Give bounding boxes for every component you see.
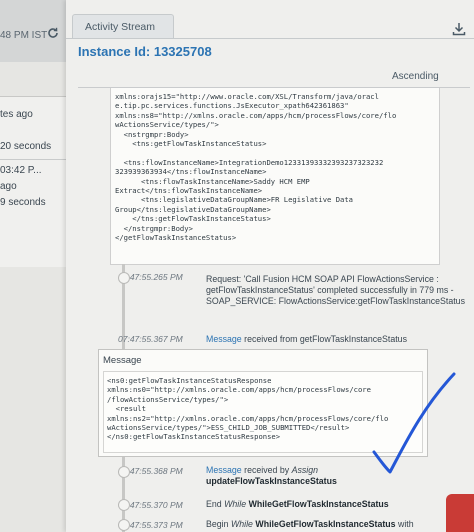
- message-xml-text: <ns0:getFlowTaskInstanceStatusResponse x…: [107, 376, 389, 442]
- timeline-dot: [118, 466, 130, 478]
- list-item[interactable]: ago: [0, 181, 17, 192]
- list-item[interactable]: 9 seconds: [0, 197, 46, 208]
- list-item[interactable]: 03:42 P...: [0, 165, 42, 176]
- page-title: Instance Id: 13325708: [78, 44, 212, 59]
- tab-activity-stream[interactable]: Activity Stream: [72, 14, 174, 39]
- activity-entry: Request: 'Call Fusion HCM SOAP API FlowA…: [206, 274, 466, 307]
- corner-badge: [446, 494, 474, 532]
- tab-divider: [66, 38, 474, 39]
- activity-text: received from getFlowTaskInstanceStatus: [241, 334, 407, 344]
- timeline-dot: [118, 499, 130, 511]
- message-link[interactable]: Message: [206, 465, 242, 475]
- list-item[interactable]: 20 seconds: [0, 141, 51, 152]
- activity-type: While: [230, 519, 253, 529]
- message-link[interactable]: Message: [206, 334, 242, 344]
- activity-entry: Message received from getFlowTaskInstanc…: [206, 334, 466, 345]
- activity-prefix: Begin: [206, 519, 231, 529]
- activity-entry: End While WhileGetFlowTaskInstanceStatus: [206, 499, 466, 510]
- timestamp: 07:47:55.367 PM: [118, 334, 183, 344]
- message-title: Message: [103, 355, 142, 366]
- handwritten-checkmark-icon: [372, 372, 456, 474]
- refresh-icon[interactable]: [47, 27, 59, 39]
- timeline-dot: [118, 519, 130, 531]
- activity-text: received by: [241, 465, 292, 475]
- request-payload: xmlns:orajs15="http://www.oracle.com/XSL…: [110, 88, 440, 265]
- activity-text: with: [395, 519, 414, 529]
- activity-name: WhileGetFlowTaskInstanceStatus: [248, 499, 389, 509]
- activity-type: While: [224, 499, 247, 509]
- divider: [0, 159, 66, 160]
- sort-order-toggle[interactable]: Ascending: [392, 71, 439, 82]
- activity-entry: Begin While WhileGetFlowTaskInstanceStat…: [206, 519, 466, 530]
- activity-name: updateFlowTaskInstanceStatus: [206, 476, 337, 486]
- activity-type: Assign: [291, 465, 318, 475]
- activity-text: Request: 'Call Fusion HCM SOAP API FlowA…: [206, 274, 465, 306]
- request-xml-text: xmlns:orajs15="http://www.oracle.com/XSL…: [115, 92, 397, 243]
- download-icon[interactable]: [452, 22, 466, 36]
- timeline-dot: [118, 272, 130, 284]
- activity-prefix: End: [206, 499, 225, 509]
- last-refresh-time: 48 PM IST: [0, 30, 48, 41]
- list-item[interactable]: tes ago: [0, 109, 33, 120]
- activity-name: WhileGetFlowTaskInstanceStatus: [255, 519, 396, 529]
- instances-list: tes ago 20 seconds 03:42 P... ago 9 seco…: [0, 96, 66, 267]
